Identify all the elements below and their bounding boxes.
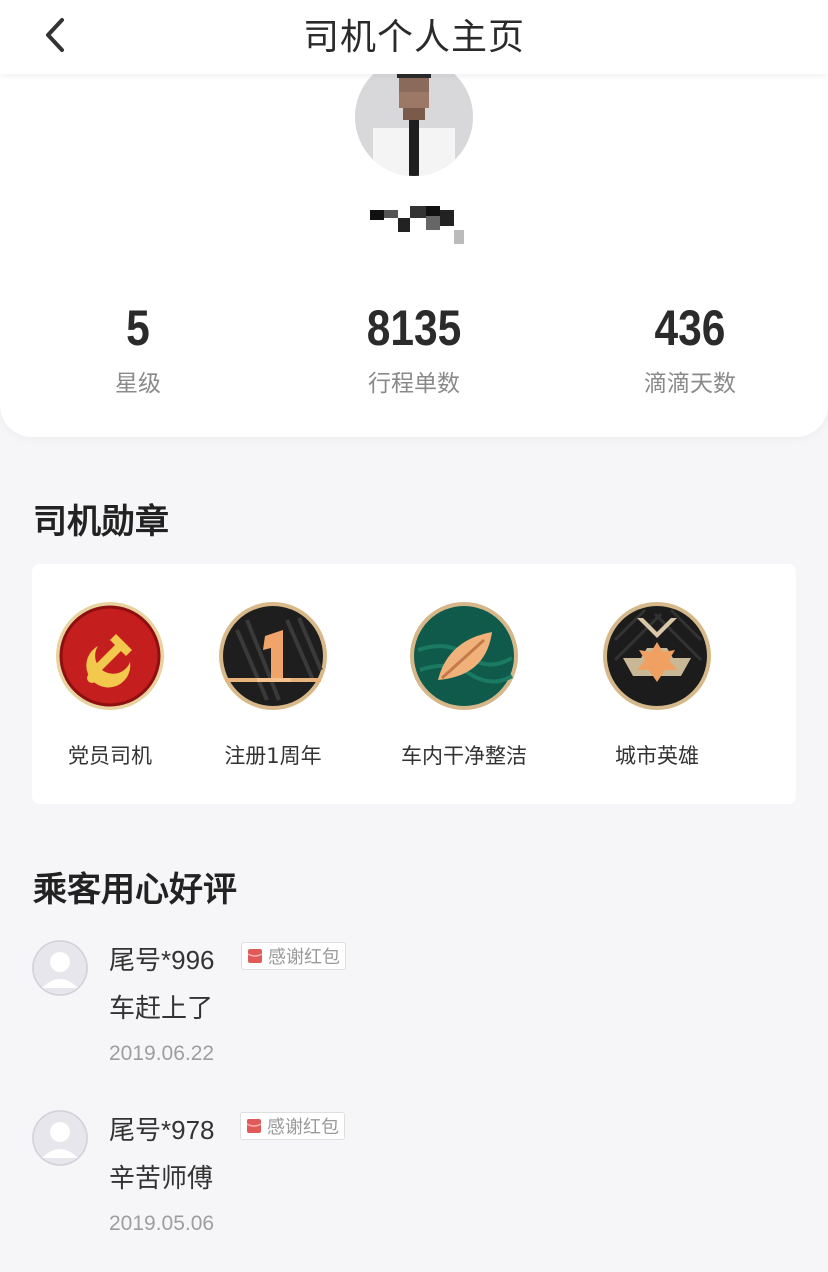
review-text: 辛苦师傅 bbox=[109, 1164, 214, 1194]
city-hero-medal-icon bbox=[603, 602, 711, 710]
badges-card: 党员司机 注册1周年 车内干净整洁 城市英雄 bbox=[32, 564, 796, 804]
user-avatar bbox=[32, 940, 88, 996]
thank-red-packet-tag: 感谢红包 bbox=[240, 1112, 345, 1140]
stat-label: 滴滴天数 bbox=[644, 371, 736, 397]
stat-value: 5 bbox=[126, 300, 150, 356]
badge-anniversary[interactable]: 注册1周年 bbox=[183, 600, 363, 770]
review-text: 车赶上了 bbox=[109, 994, 214, 1024]
badge-label: 城市英雄 bbox=[615, 744, 699, 768]
thank-red-packet-tag: 感谢红包 bbox=[241, 942, 346, 970]
badge-label: 车内干净整洁 bbox=[401, 744, 527, 768]
nav-bar: 司机个人主页 bbox=[0, 0, 828, 74]
stat-star-level: 5 星级 bbox=[38, 300, 238, 398]
review-user: 尾号*996 bbox=[109, 945, 215, 975]
badge-label: 党员司机 bbox=[68, 744, 152, 768]
review-user: 尾号*978 bbox=[109, 1115, 215, 1145]
tag-label: 感谢红包 bbox=[267, 1117, 339, 1138]
stat-value: 436 bbox=[654, 300, 726, 356]
red-packet-icon bbox=[246, 1119, 262, 1133]
driver-name bbox=[370, 204, 466, 246]
badge-city-hero[interactable]: 城市英雄 bbox=[567, 600, 747, 770]
badge-party-member[interactable]: 党员司机 bbox=[20, 600, 200, 770]
review-item: 尾号*978 感谢红包 辛苦师傅 2019.05.06 bbox=[32, 1110, 792, 1250]
page-title: 司机个人主页 bbox=[302, 17, 525, 58]
stat-label: 星级 bbox=[115, 371, 161, 397]
stat-days: 436 滴滴天数 bbox=[590, 300, 790, 398]
anniversary-1-icon bbox=[219, 602, 327, 710]
badge-clean-car[interactable]: 车内干净整洁 bbox=[374, 600, 554, 770]
red-packet-icon bbox=[247, 949, 263, 963]
badges-section-title: 司机勋章 bbox=[33, 502, 169, 542]
stat-label: 行程单数 bbox=[368, 371, 460, 397]
user-avatar bbox=[32, 1110, 88, 1166]
leaf-icon bbox=[410, 602, 518, 710]
badge-label: 注册1周年 bbox=[224, 744, 322, 768]
review-date: 2019.06.22 bbox=[109, 1042, 215, 1065]
stat-trip-count: 8135 行程单数 bbox=[314, 300, 514, 398]
review-item: 尾号*996 感谢红包 车赶上了 2019.06.22 bbox=[32, 940, 792, 1080]
driver-avatar bbox=[355, 58, 473, 176]
stat-value: 8135 bbox=[366, 300, 462, 356]
tag-label: 感谢红包 bbox=[268, 947, 340, 968]
review-date: 2019.05.06 bbox=[109, 1212, 215, 1235]
reviews-section-title: 乘客用心好评 bbox=[33, 870, 237, 910]
party-emblem-icon bbox=[56, 602, 164, 710]
